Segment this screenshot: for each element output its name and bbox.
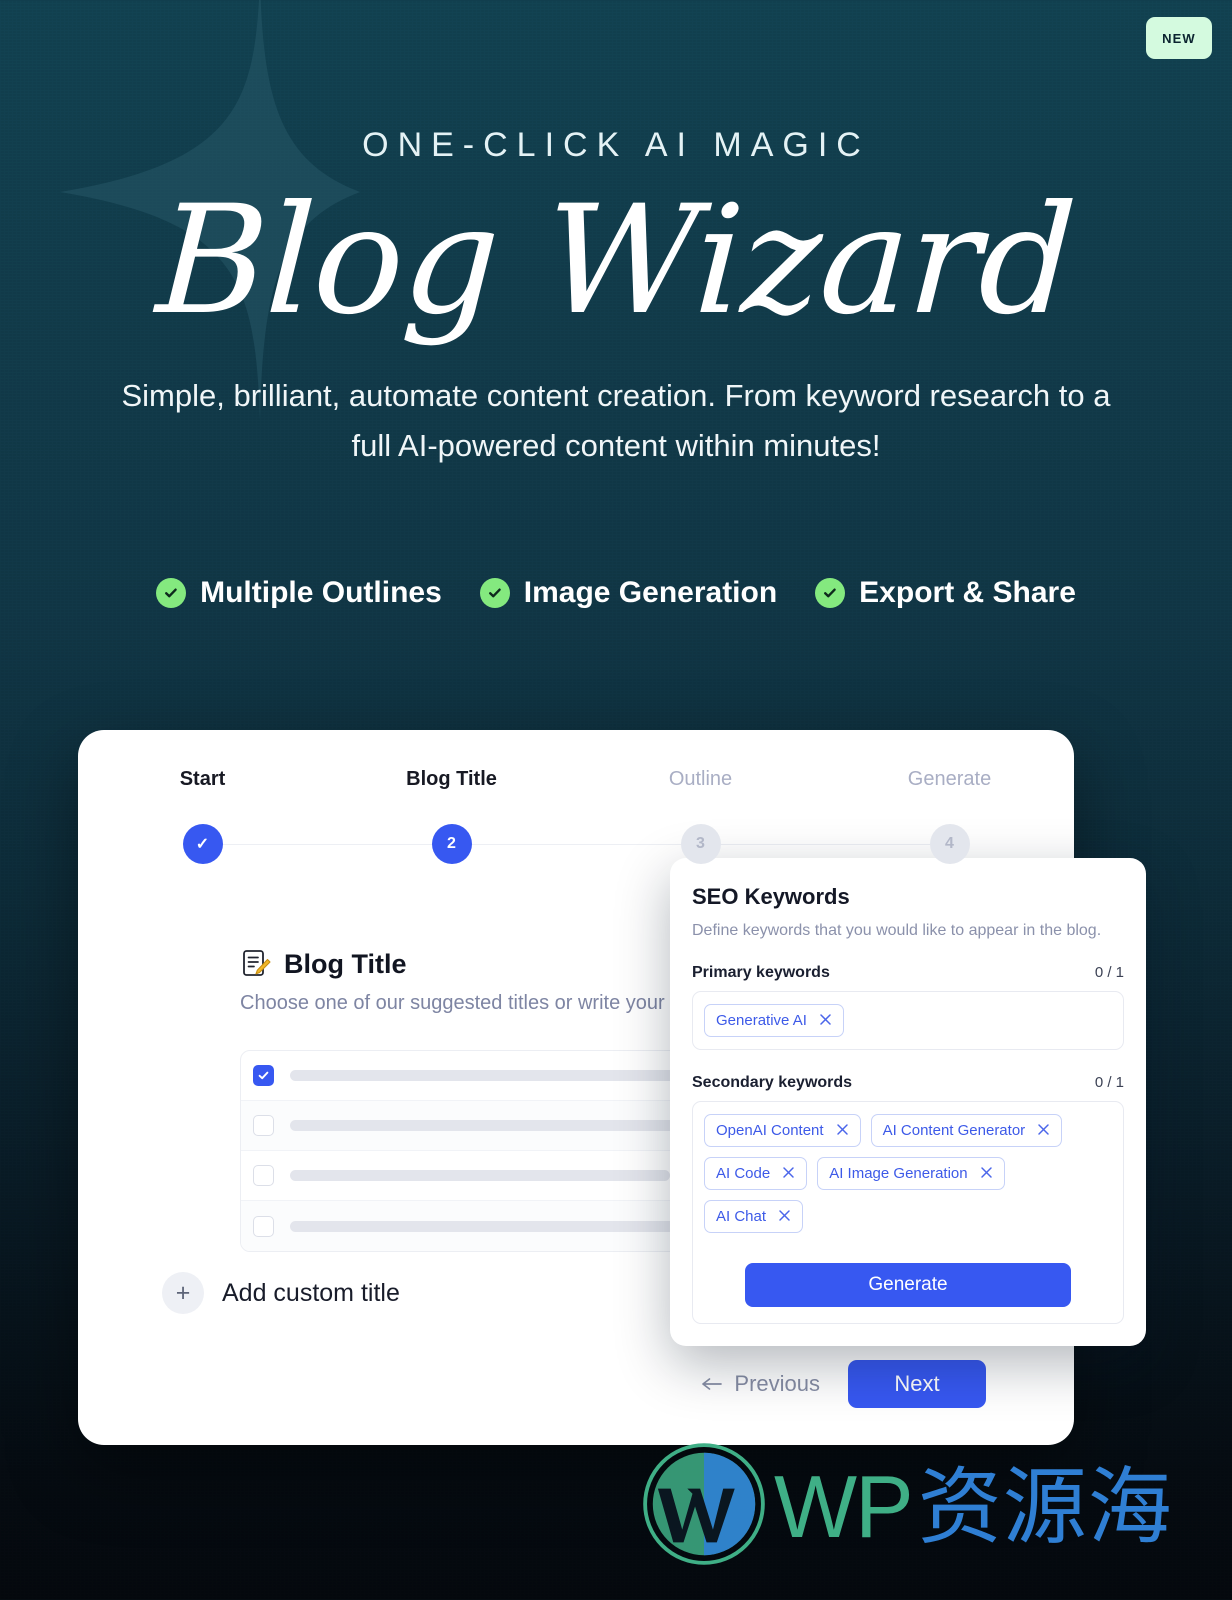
seo-panel-description: Define keywords that you would like to a… (692, 922, 1102, 939)
keyword-chip[interactable]: AI Content Generator (870, 1114, 1063, 1147)
keyword-chip-label: AI Code (716, 1165, 771, 1182)
step-cell-start: ✓ (78, 824, 452, 864)
check-circle-icon (156, 578, 187, 608)
hero-section: ONE-CLICK AI MAGIC Blog Wizard Simple, b… (0, 0, 1232, 472)
page-title: Blog Wizard (153, 174, 1080, 348)
step-dot-outline[interactable]: 3 (680, 824, 721, 864)
watermark: WP 资源海 (640, 1440, 1173, 1573)
step-label-blog-title: Blog Title (406, 768, 497, 790)
close-icon[interactable] (778, 1209, 791, 1225)
title-checkbox[interactable] (253, 1065, 274, 1086)
arrow-left-icon (701, 1371, 723, 1397)
section-description: Choose one of our suggested titles or wr… (240, 992, 713, 1014)
feature-label: Export & Share (859, 576, 1076, 609)
feature-label: Multiple Outlines (200, 576, 442, 609)
keyword-chip[interactable]: AI Image Generation (817, 1157, 1005, 1190)
keyword-chip[interactable]: AI Chat (704, 1200, 804, 1233)
keyword-chip[interactable]: Generative AI (704, 1004, 844, 1037)
document-edit-icon (240, 948, 272, 980)
step-cell-blog-title: 2 (327, 824, 701, 864)
previous-button[interactable]: Previous (701, 1371, 820, 1397)
secondary-keywords-header: Secondary keywords 0 / 1 (692, 1074, 1124, 1092)
section-title: Blog Title (284, 948, 407, 979)
hero-eyebrow: ONE-CLICK AI MAGIC (362, 126, 870, 164)
feature-list: Multiple Outlines Image Generation Expor… (0, 576, 1232, 610)
close-icon[interactable] (819, 1013, 832, 1029)
primary-keywords-label: Primary keywords (692, 964, 830, 981)
watermark-cjk-text: 资源海 (917, 1457, 1173, 1556)
add-custom-title[interactable]: + Add custom title (162, 1272, 400, 1314)
feature-label: Image Generation (523, 576, 778, 609)
keyword-chip-label: Generative AI (716, 1012, 807, 1029)
watermark-latin-text: WP (774, 1456, 914, 1556)
keyword-chip[interactable]: AI Code (704, 1157, 808, 1190)
title-checkbox[interactable] (253, 1215, 274, 1237)
check-circle-icon (815, 578, 846, 608)
step-label-generate: Generate (907, 768, 992, 790)
step-label-outline: Outline (668, 768, 733, 790)
previous-button-label: Previous (734, 1371, 820, 1396)
hero-subtitle: Simple, brilliant, automate content crea… (121, 377, 1111, 464)
keyword-chip[interactable]: OpenAI Content (704, 1114, 861, 1147)
keyword-chip-label: AI Chat (716, 1208, 767, 1225)
step-label-start: Start (179, 768, 226, 790)
generate-button[interactable]: Generate (745, 1263, 1071, 1307)
check-circle-icon (479, 578, 510, 608)
seo-keywords-panel: SEO Keywords Define keywords that you wo… (670, 858, 1146, 1346)
next-button[interactable]: Next (848, 1360, 986, 1408)
secondary-keywords-count: 0 / 1 (1094, 1074, 1124, 1091)
wizard-footer: Previous Next (78, 1360, 1074, 1408)
keyword-chip-label: OpenAI Content (716, 1122, 824, 1139)
add-custom-title-label: Add custom title (222, 1278, 400, 1307)
close-icon[interactable] (836, 1123, 849, 1139)
feature-item: Export & Share (815, 576, 1076, 610)
secondary-keywords-input[interactable]: OpenAI Content AI Content Generator AI C… (692, 1101, 1124, 1324)
secondary-keywords-label: Secondary keywords (692, 1074, 853, 1091)
keyword-chip-label: AI Content Generator (882, 1122, 1026, 1139)
primary-keywords-header: Primary keywords 0 / 1 (692, 964, 1124, 982)
feature-item: Image Generation (479, 576, 778, 610)
blog-title-section-header: Blog Title Choose one of our suggested t… (240, 948, 712, 1015)
title-placeholder-bar (290, 1170, 670, 1181)
feature-item: Multiple Outlines (156, 576, 442, 610)
close-icon[interactable] (1037, 1123, 1050, 1139)
close-icon[interactable] (782, 1166, 795, 1182)
keyword-chip-label: AI Image Generation (829, 1165, 968, 1182)
step-dot-blog-title[interactable]: 2 (431, 824, 472, 864)
close-icon[interactable] (980, 1166, 993, 1182)
wordpress-logo-icon (640, 1440, 768, 1573)
title-checkbox[interactable] (253, 1115, 274, 1136)
plus-icon: + (162, 1272, 204, 1314)
title-checkbox[interactable] (253, 1165, 274, 1186)
primary-keywords-input[interactable]: Generative AI (692, 991, 1124, 1050)
primary-keywords-count: 0 / 1 (1094, 964, 1124, 981)
seo-panel-title: SEO Keywords (692, 884, 850, 909)
step-dot-generate[interactable]: 4 (929, 824, 970, 864)
step-dot-start[interactable]: ✓ (182, 824, 223, 864)
